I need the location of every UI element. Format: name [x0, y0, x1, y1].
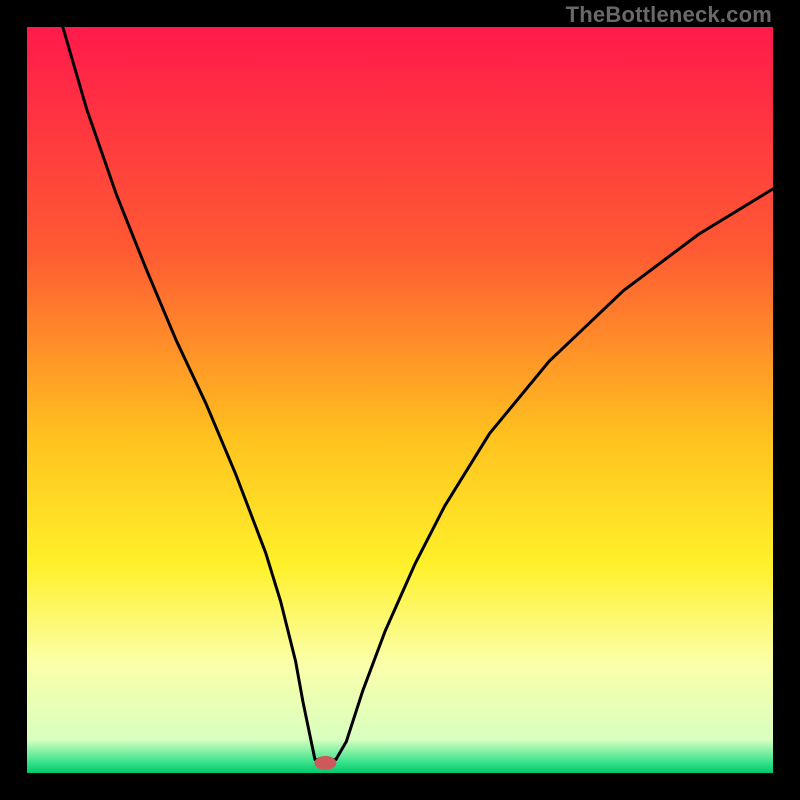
plot-background — [27, 27, 773, 773]
valley-marker — [314, 756, 336, 770]
chart-frame: { "watermark": "TheBottleneck.com", "cha… — [0, 0, 800, 800]
chart-svg — [0, 0, 800, 800]
watermark-text: TheBottleneck.com — [566, 2, 772, 28]
